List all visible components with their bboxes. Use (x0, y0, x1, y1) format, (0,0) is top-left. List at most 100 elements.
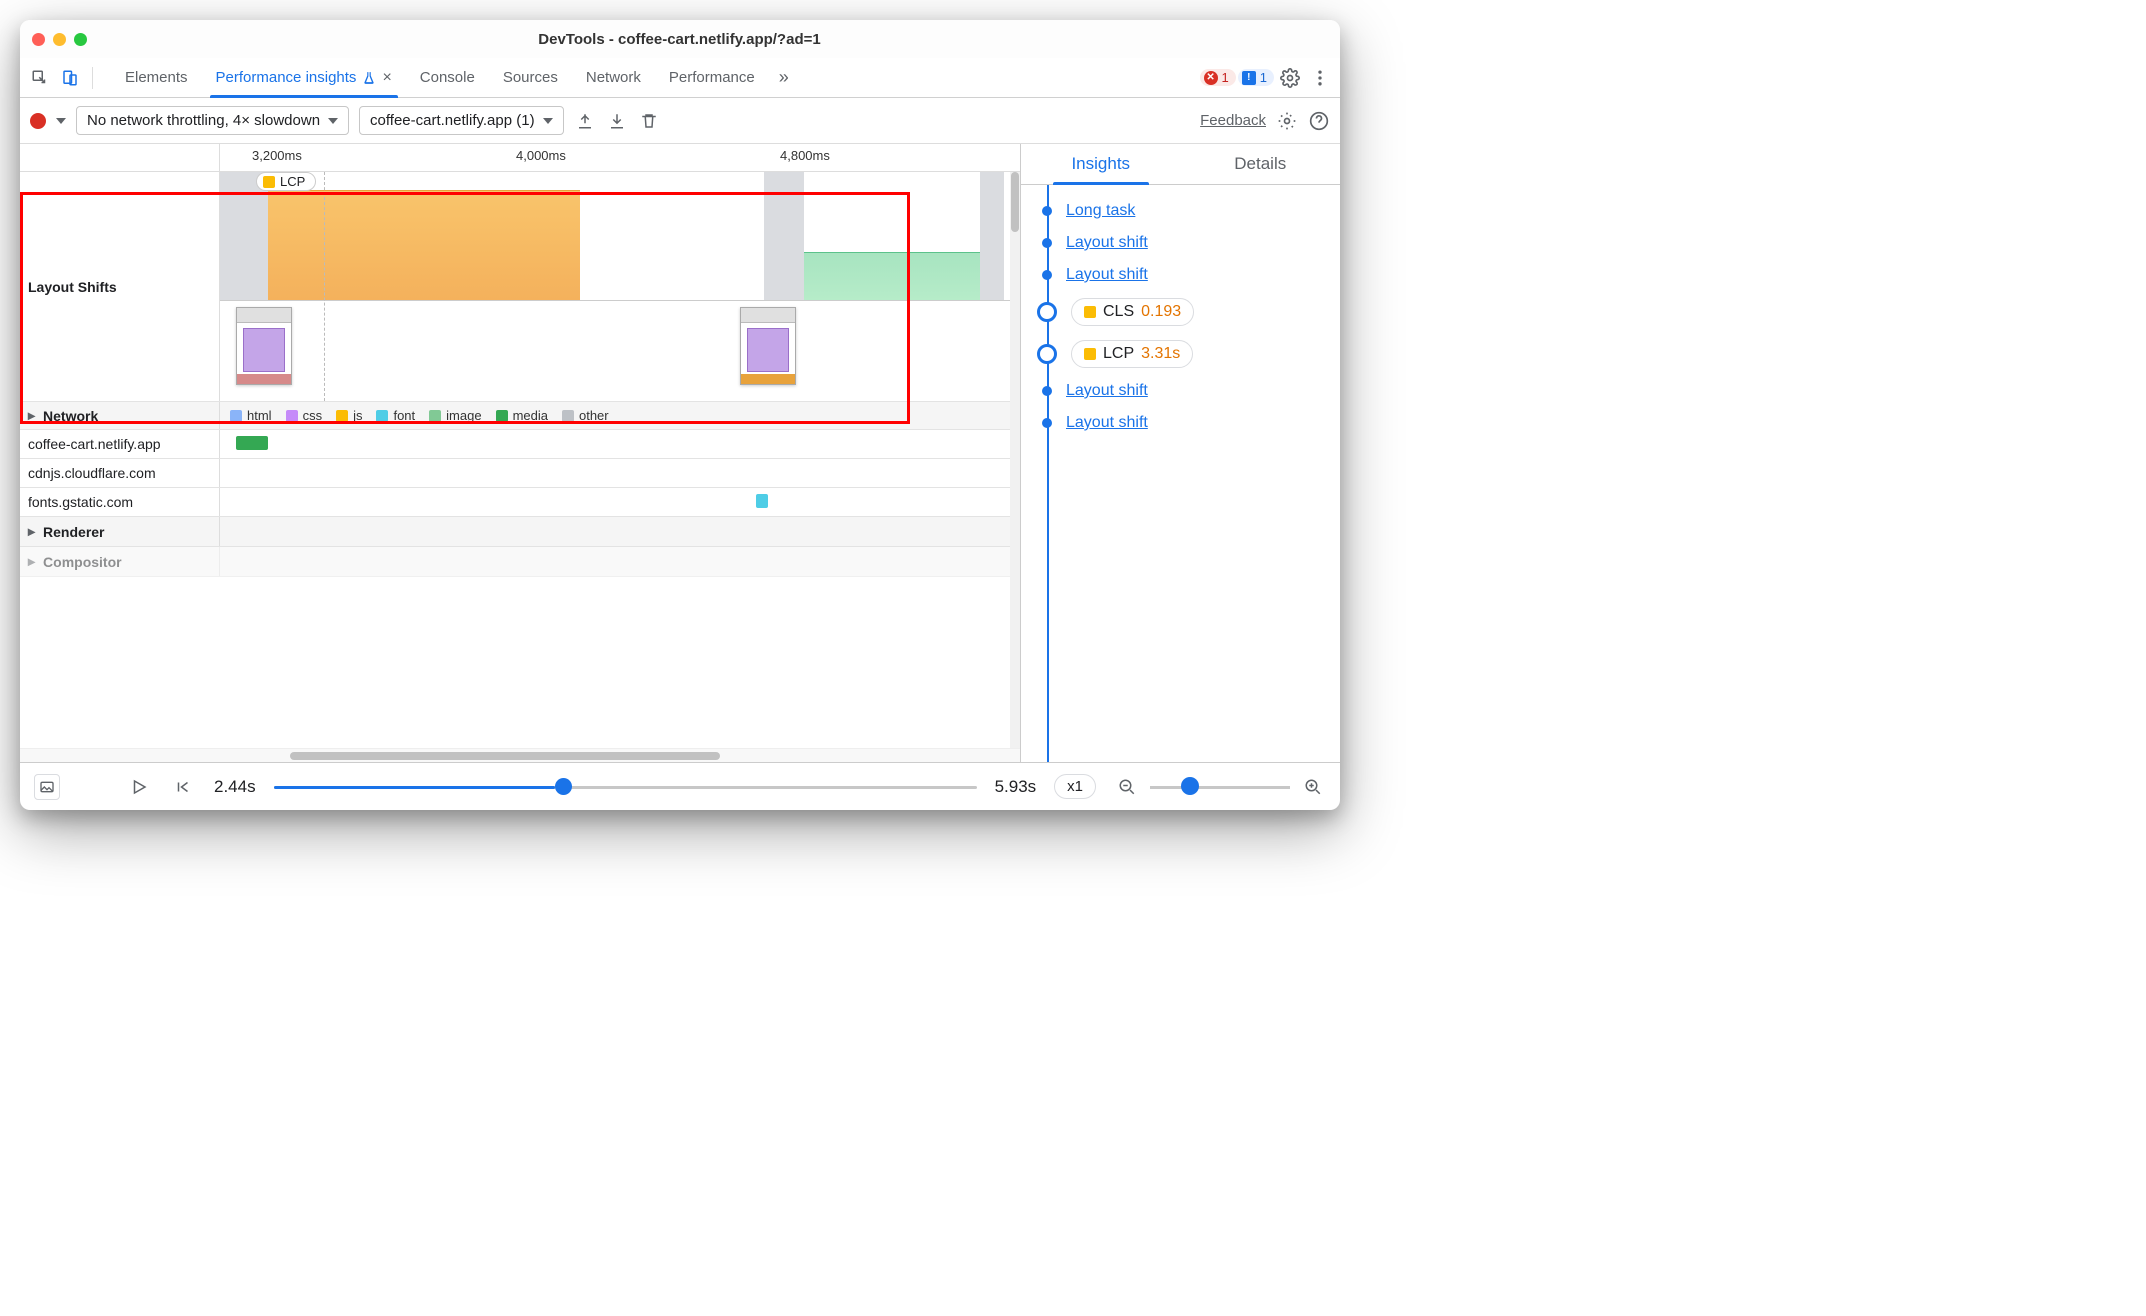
layout-shift-thumbnail[interactable] (740, 307, 796, 385)
layout-shifts-label: Layout Shifts (20, 172, 220, 401)
delete-icon[interactable] (638, 110, 660, 132)
chevron-down-icon (543, 118, 553, 124)
timeline-body[interactable]: Layout Shifts (20, 172, 1020, 748)
zoom-out-icon[interactable] (1114, 774, 1140, 800)
insight-link-layout-shift[interactable]: Layout shift (1066, 382, 1148, 400)
insight-item[interactable]: Layout shift (1039, 375, 1340, 407)
network-track[interactable] (220, 488, 1020, 514)
tab-console[interactable]: Console (406, 58, 489, 97)
insight-item[interactable]: Long task (1039, 195, 1340, 227)
legend-font: font (376, 408, 415, 423)
panel-settings-icon[interactable] (1276, 110, 1298, 132)
recording-label: coffee-cart.netlify.app (1) (370, 112, 535, 129)
legend-image: image (429, 408, 481, 423)
network-section-header[interactable]: Network html css js font image media oth… (20, 402, 1020, 430)
more-menu-icon[interactable] (1306, 64, 1334, 92)
lcp-chip[interactable]: LCP 3.31s (1071, 340, 1193, 368)
tab-network[interactable]: Network (572, 58, 655, 97)
ruler-tick: 4,800ms (780, 148, 830, 163)
renderer-label: Renderer (20, 517, 220, 546)
settings-icon[interactable] (1276, 64, 1304, 92)
insight-link-layout-shift[interactable]: Layout shift (1066, 266, 1148, 284)
minimize-window-button[interactable] (53, 33, 66, 46)
legend-other: other (562, 408, 609, 423)
zoom-controls (1114, 774, 1326, 800)
insight-item[interactable]: Layout shift (1039, 259, 1340, 291)
horizontal-scrollbar[interactable] (20, 748, 1020, 762)
compositor-section-header[interactable]: Compositor (20, 547, 1020, 577)
tab-details[interactable]: Details (1181, 144, 1341, 184)
layout-shift-thumbnail[interactable] (236, 307, 292, 385)
time-ruler[interactable]: 3,200ms 4,000ms 4,800ms LCP (20, 144, 1020, 172)
inspect-element-icon[interactable] (26, 64, 54, 92)
jump-to-start-button[interactable] (170, 774, 196, 800)
close-window-button[interactable] (32, 33, 45, 46)
request-bar-font[interactable] (756, 494, 768, 508)
start-time: 2.44s (214, 777, 256, 797)
record-button[interactable] (30, 113, 46, 129)
insight-item-cls[interactable]: CLS 0.193 (1039, 291, 1340, 333)
playback-rate-chip[interactable]: x1 (1054, 774, 1096, 799)
main-content: 3,200ms 4,000ms 4,800ms LCP Layout Shift… (20, 144, 1340, 762)
throttling-select[interactable]: No network throttling, 4× slowdown (76, 106, 349, 135)
insight-link-layout-shift[interactable]: Layout shift (1066, 414, 1148, 432)
zoom-knob[interactable] (1181, 777, 1199, 795)
vertical-scrollbar[interactable] (1010, 172, 1020, 748)
zoom-in-icon[interactable] (1300, 774, 1326, 800)
lcp-chip-label: LCP (280, 174, 305, 189)
lcp-marker-chip[interactable]: LCP (256, 172, 316, 191)
device-toolbar-icon[interactable] (56, 64, 84, 92)
layout-shifts-track[interactable] (220, 172, 1020, 401)
insight-item[interactable]: Layout shift (1039, 227, 1340, 259)
timeline-block[interactable] (764, 172, 804, 300)
slider-knob[interactable] (555, 778, 572, 795)
tab-perf-insights-label: Performance insights (216, 69, 357, 86)
request-bar-image[interactable] (236, 436, 268, 450)
error-icon: ✕ (1204, 71, 1218, 85)
tab-performance-insights[interactable]: Performance insights × (202, 58, 406, 97)
feedback-link[interactable]: Feedback (1200, 112, 1266, 129)
errors-count: 1 (1222, 70, 1229, 85)
tab-insights[interactable]: Insights (1021, 144, 1181, 184)
insight-item-lcp[interactable]: LCP 3.31s (1039, 333, 1340, 375)
renderer-section-header[interactable]: Renderer (20, 517, 1020, 547)
timeline-pane: 3,200ms 4,000ms 4,800ms LCP Layout Shift… (20, 144, 1020, 762)
insight-milestone-dot-icon (1037, 302, 1057, 322)
cls-metric-label: CLS (1103, 303, 1134, 321)
network-host-label: fonts.gstatic.com (20, 488, 220, 516)
more-tabs-icon[interactable]: » (771, 67, 797, 88)
export-icon[interactable] (574, 110, 596, 132)
errors-badge[interactable]: ✕ 1 (1200, 69, 1236, 86)
insights-list[interactable]: Long task Layout shift Layout shift CLS … (1021, 185, 1340, 762)
insight-item[interactable]: Layout shift (1039, 407, 1340, 439)
playback-slider[interactable] (274, 784, 977, 790)
maximize-window-button[interactable] (74, 33, 87, 46)
timeline-block[interactable] (220, 172, 268, 300)
tab-elements[interactable]: Elements (111, 58, 202, 97)
toggle-screenshots-button[interactable] (34, 774, 60, 800)
insight-link-layout-shift[interactable]: Layout shift (1066, 234, 1148, 252)
issue-icon: ! (1242, 71, 1256, 85)
tab-sources[interactable]: Sources (489, 58, 572, 97)
network-track[interactable] (220, 430, 1020, 456)
cls-chip[interactable]: CLS 0.193 (1071, 298, 1194, 326)
tab-sources-label: Sources (503, 69, 558, 86)
ruler-tick: 4,000ms (516, 148, 566, 163)
network-host-label: coffee-cart.netlify.app (20, 430, 220, 458)
flame-event-orange[interactable] (268, 190, 580, 300)
help-icon[interactable] (1308, 110, 1330, 132)
recording-select[interactable]: coffee-cart.netlify.app (1) (359, 106, 564, 135)
network-host-label: cdnjs.cloudflare.com (20, 459, 220, 487)
close-tab-icon[interactable]: × (382, 69, 391, 87)
timeline-block[interactable] (980, 172, 1004, 300)
insight-link-long-task[interactable]: Long task (1066, 202, 1135, 220)
issues-badge[interactable]: ! 1 (1238, 69, 1274, 86)
record-dropdown-icon[interactable] (56, 118, 66, 124)
tab-performance[interactable]: Performance (655, 58, 769, 97)
play-button[interactable] (126, 774, 152, 800)
zoom-slider[interactable] (1150, 784, 1290, 790)
lcp-value: 3.31s (1141, 345, 1180, 363)
import-icon[interactable] (606, 110, 628, 132)
network-track[interactable] (220, 459, 1020, 485)
flame-event-green[interactable] (804, 252, 980, 300)
